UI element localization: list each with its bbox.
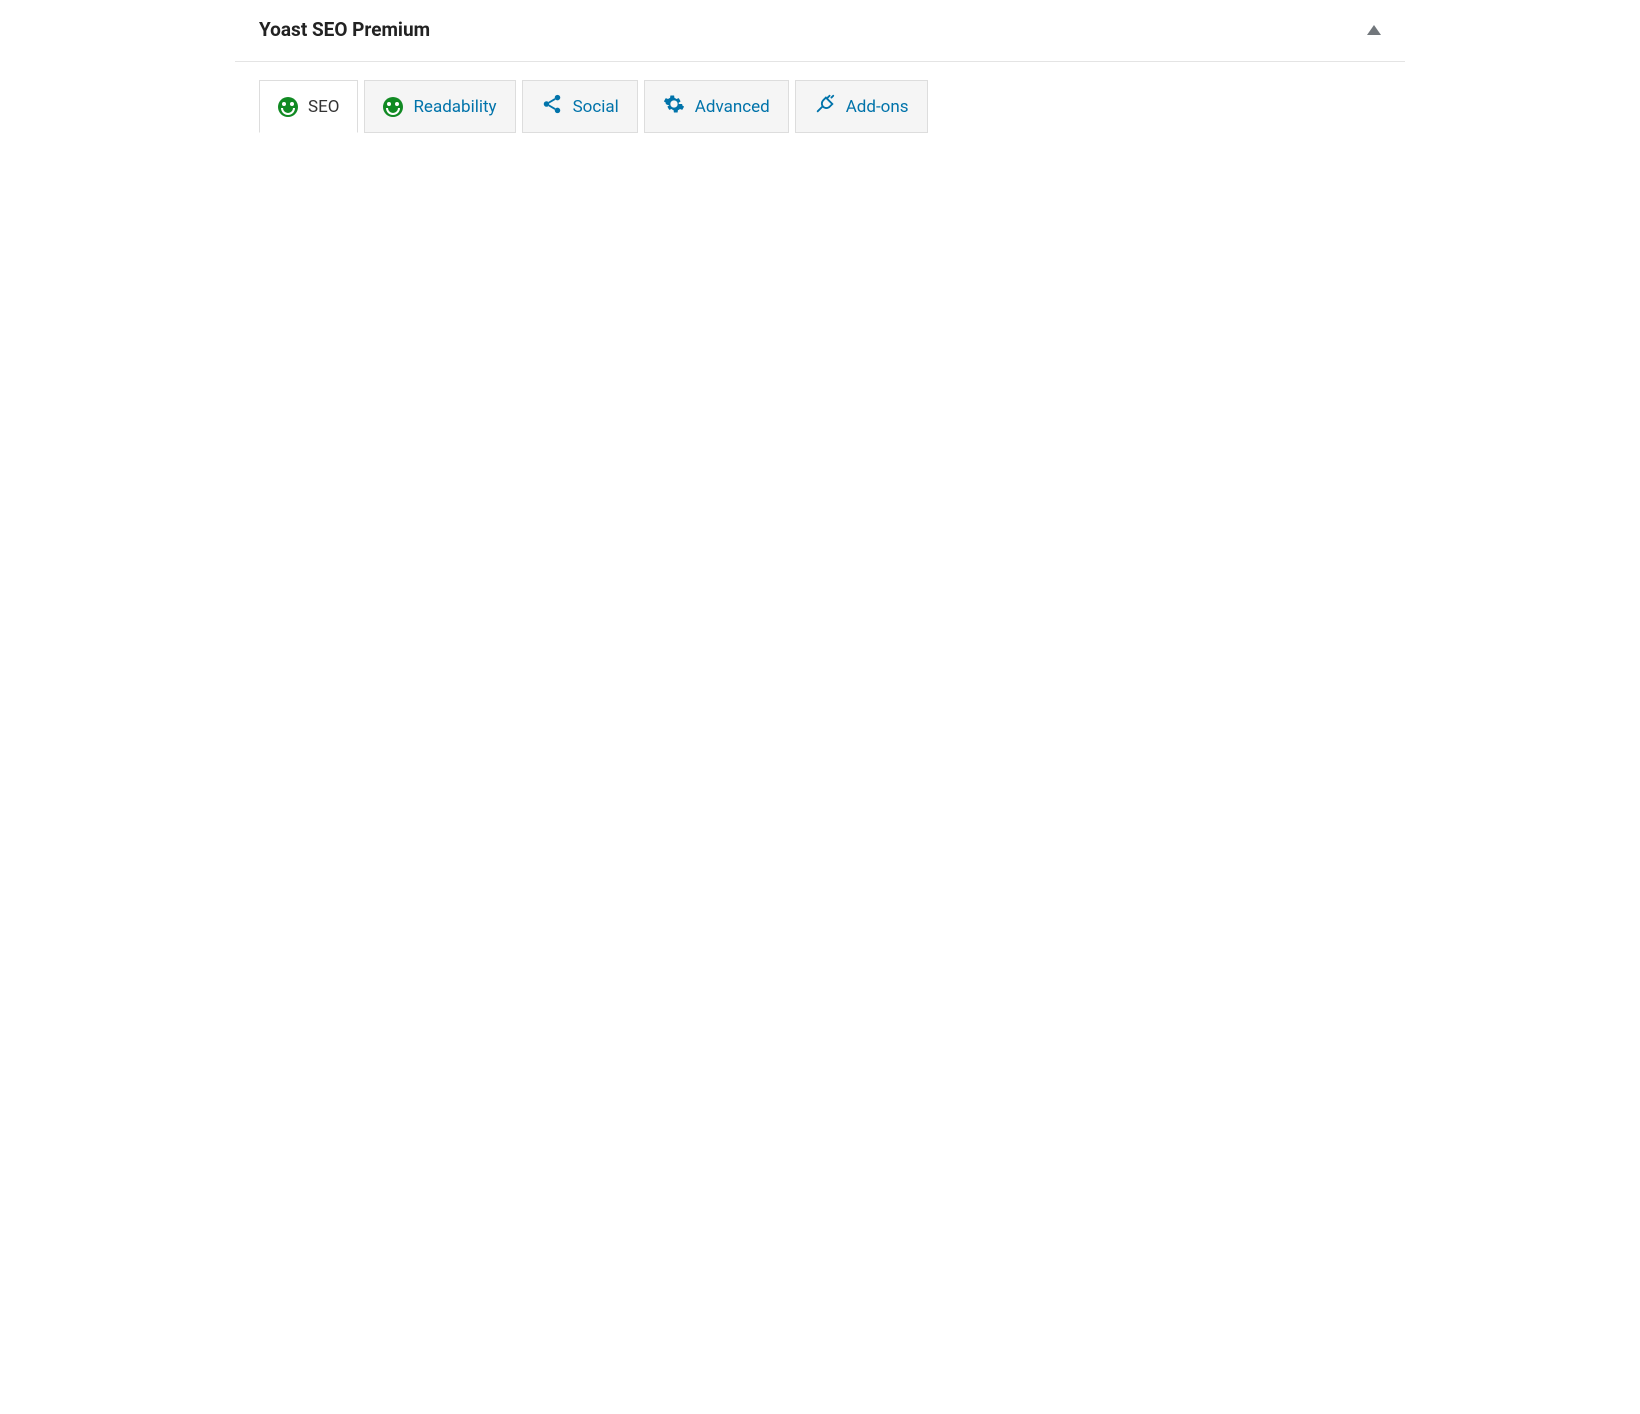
pencil-icon bbox=[371, 508, 389, 526]
add-related-label: Add related keyphrase bbox=[287, 682, 484, 706]
tab-social-label: Social bbox=[573, 97, 619, 117]
snippet-desc-bold: Yoast SEO bbox=[285, 434, 364, 454]
tab-social[interactable]: Social bbox=[522, 80, 638, 133]
help-icon[interactable]: ? bbox=[399, 157, 419, 177]
panel-collapse-toggle[interactable] bbox=[1367, 25, 1381, 35]
panel-header: Yoast SEO Premium bbox=[235, 0, 1405, 62]
snippet-card: local.wordpress.test › yoast-seo-premium… bbox=[260, 338, 835, 477]
smiley-icon bbox=[278, 97, 298, 117]
cornerstone-label: Cornerstone content bbox=[260, 757, 442, 781]
focus-keyphrase-section: Focus keyphrase ? bbox=[236, 133, 1404, 262]
insights-section[interactable]: Insights bbox=[236, 806, 1404, 878]
plug-icon bbox=[814, 93, 836, 120]
globe-icon bbox=[285, 359, 303, 377]
tab-advanced[interactable]: Advanced bbox=[644, 80, 789, 133]
chevron-up-icon[interactable] bbox=[1359, 292, 1379, 312]
snippet-preview-section: Snippet Preview local.wordpress.test › y… bbox=[236, 262, 1404, 562]
device-toggle bbox=[260, 497, 346, 537]
smiley-icon bbox=[260, 588, 280, 608]
tab-addons-label: Add-ons bbox=[846, 97, 909, 117]
chevron-down-icon[interactable] bbox=[1359, 684, 1379, 704]
snippet-preview-heading: Snippet Preview bbox=[260, 286, 402, 310]
tab-addons[interactable]: Add-ons bbox=[795, 80, 928, 133]
tab-seo-label: SEO bbox=[308, 97, 339, 117]
edit-snippet-label: Edit snippet bbox=[399, 508, 483, 526]
focus-keyphrase-label: Focus keyphrase bbox=[260, 157, 389, 177]
tab-bar: SEO Readability Social Advanced bbox=[259, 80, 1381, 133]
tab-seo[interactable]: SEO bbox=[259, 80, 358, 133]
cornerstone-section[interactable]: Cornerstone content bbox=[236, 733, 1404, 806]
tab-readability-label: Readability bbox=[413, 97, 496, 117]
tab-advanced-label: Advanced bbox=[695, 97, 770, 117]
edit-snippet-button[interactable]: Edit snippet bbox=[356, 497, 498, 537]
chevron-down-icon[interactable] bbox=[1359, 583, 1379, 603]
share-icon bbox=[541, 93, 563, 120]
seo-analysis-title: SEO analysis bbox=[294, 586, 409, 610]
chevron-down-icon[interactable] bbox=[1359, 832, 1379, 852]
plus-icon: + bbox=[260, 680, 273, 708]
gear-icon bbox=[663, 93, 685, 120]
add-related-keyphrase-section[interactable]: + Add related keyphrase bbox=[236, 656, 1404, 733]
chevron-down-icon[interactable] bbox=[1359, 759, 1379, 779]
snippet-desc-text: is awesome! bbox=[364, 434, 463, 454]
desktop-preview-button[interactable] bbox=[303, 498, 345, 536]
snippet-url: local.wordpress.test › yoast-seo-premium… bbox=[319, 359, 687, 377]
snippet-title[interactable]: YOAST SEO PREMIUM: THE #1 SEO PLUGIN - W… bbox=[285, 391, 810, 420]
seo-analysis-section[interactable]: SEO analysis Yoast SEO bbox=[236, 562, 1404, 656]
snippet-description[interactable]: Yoast SEO is awesome! bbox=[285, 434, 810, 454]
focus-keyphrase-input[interactable] bbox=[260, 191, 1380, 237]
tab-readability[interactable]: Readability bbox=[364, 80, 515, 133]
smiley-icon bbox=[383, 97, 403, 117]
seo-analysis-subtitle: Yoast SEO bbox=[294, 612, 409, 631]
insights-label: Insights bbox=[260, 830, 331, 854]
panel-title: Yoast SEO Premium bbox=[259, 18, 430, 41]
mobile-preview-button[interactable] bbox=[261, 498, 303, 536]
